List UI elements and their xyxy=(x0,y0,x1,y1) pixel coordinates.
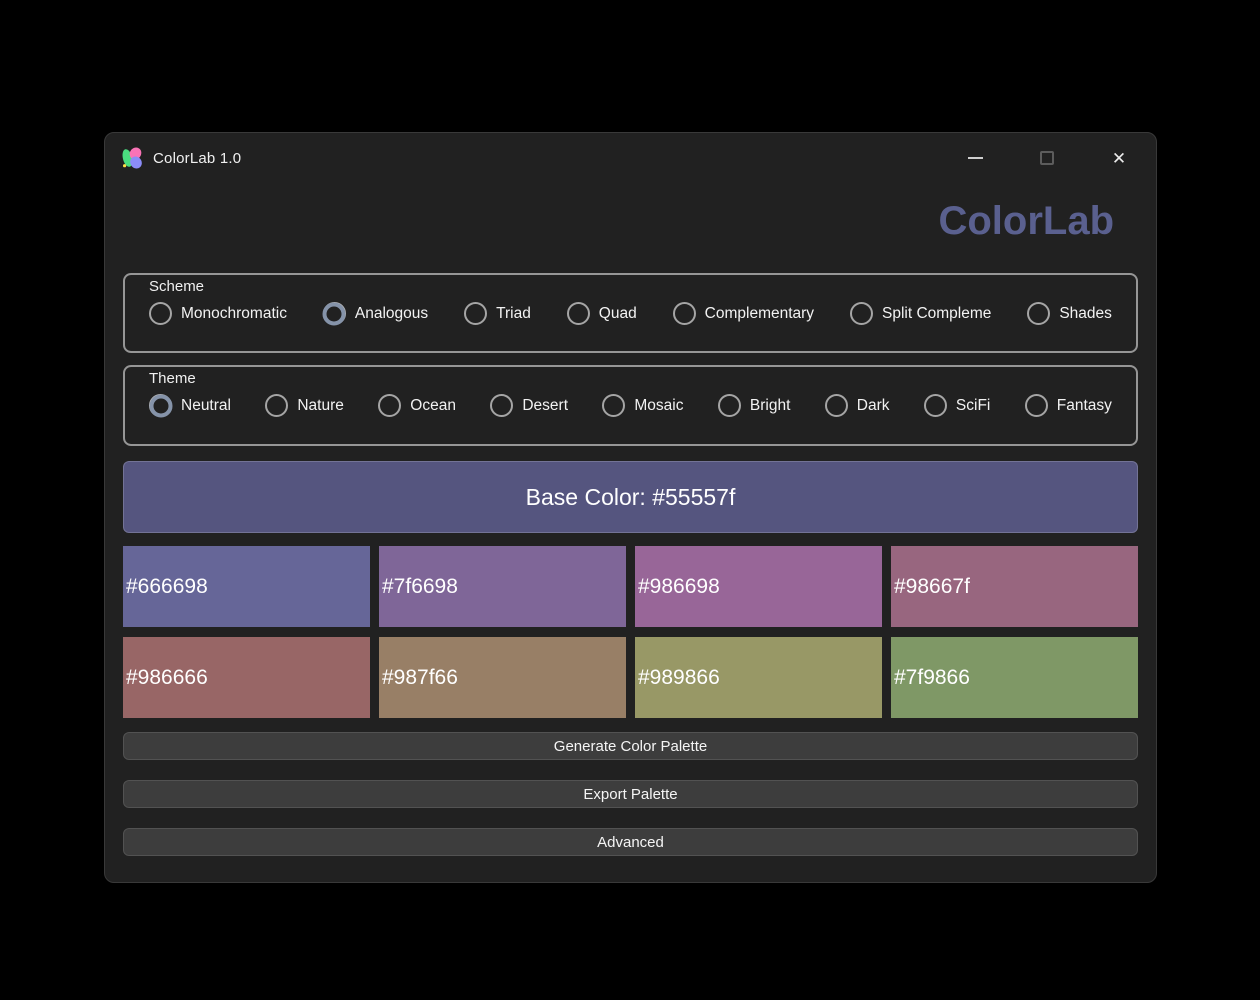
window-title: ColorLab 1.0 xyxy=(153,150,241,167)
desktop-background: ColorLab 1.0 ✕ ColorLab Scheme Monochrom… xyxy=(0,0,1260,1000)
radio-icon xyxy=(149,302,172,325)
radio-theme-desert[interactable]: Desert xyxy=(490,394,568,417)
close-icon: ✕ xyxy=(1112,150,1126,167)
radio-icon xyxy=(673,302,696,325)
swatch-hex-label: #986698 xyxy=(638,575,720,599)
minimize-icon xyxy=(968,157,983,159)
radio-scheme-shades[interactable]: Shades xyxy=(1027,302,1112,325)
radio-theme-scifi[interactable]: SciFi xyxy=(924,394,990,417)
palette-swatch[interactable]: #989866 xyxy=(635,637,882,718)
swatch-hex-label: #7f6698 xyxy=(382,575,458,599)
radio-label: Ocean xyxy=(410,397,456,415)
radio-label: Shades xyxy=(1059,305,1112,323)
radio-label: Split Compleme xyxy=(882,305,991,323)
radio-icon xyxy=(718,394,741,417)
radio-icon xyxy=(567,302,590,325)
radio-scheme-triad[interactable]: Triad xyxy=(464,302,531,325)
radio-label: Desert xyxy=(522,397,568,415)
radio-icon xyxy=(825,394,848,417)
radio-icon xyxy=(464,302,487,325)
swatch-hex-label: #986666 xyxy=(126,666,208,690)
radio-scheme-complementary[interactable]: Complementary xyxy=(673,302,814,325)
radio-theme-neutral[interactable]: Neutral xyxy=(149,394,231,417)
radio-selected-icon xyxy=(323,302,346,325)
palette-swatch[interactable]: #7f9866 xyxy=(891,637,1138,718)
radio-icon xyxy=(265,394,288,417)
radio-theme-dark[interactable]: Dark xyxy=(825,394,890,417)
radio-scheme-split-compleme[interactable]: Split Compleme xyxy=(850,302,991,325)
radio-theme-bright[interactable]: Bright xyxy=(718,394,791,417)
radio-label: Complementary xyxy=(705,305,814,323)
swatch-hex-label: #666698 xyxy=(126,575,208,599)
theme-radio-row: Neutral Nature Ocean Desert Mosaic Bright Dark… xyxy=(149,394,1112,417)
radio-label: Monochromatic xyxy=(181,305,287,323)
radio-label: Dark xyxy=(857,397,890,415)
theme-group-label: Theme xyxy=(143,368,206,387)
radio-icon xyxy=(490,394,513,417)
base-color-button[interactable]: Base Color: #55557f xyxy=(123,461,1138,533)
radio-label: Bright xyxy=(750,397,791,415)
radio-label: Triad xyxy=(496,305,531,323)
swatch-hex-label: #98667f xyxy=(894,575,970,599)
radio-icon xyxy=(850,302,873,325)
radio-icon xyxy=(1027,302,1050,325)
theme-group: Theme Neutral Nature Ocean Desert Mosaic Brig… xyxy=(123,365,1138,446)
radio-icon xyxy=(1025,394,1048,417)
close-button[interactable]: ✕ xyxy=(1096,140,1142,176)
radio-label: Fantasy xyxy=(1057,397,1112,415)
radio-theme-fantasy[interactable]: Fantasy xyxy=(1025,394,1112,417)
maximize-icon xyxy=(1040,151,1054,165)
palette-swatch[interactable]: #98667f xyxy=(891,546,1138,627)
scheme-radio-row: Monochromatic Analogous Triad Quad Complemen… xyxy=(149,302,1112,325)
palette-swatch[interactable]: #7f6698 xyxy=(379,546,626,627)
app-heading: ColorLab xyxy=(105,199,1114,244)
radio-selected-icon xyxy=(149,394,172,417)
radio-label: Quad xyxy=(599,305,637,323)
advanced-button[interactable]: Advanced xyxy=(123,828,1138,856)
swatch-hex-label: #7f9866 xyxy=(894,666,970,690)
radio-scheme-monochromatic[interactable]: Monochromatic xyxy=(149,302,287,325)
palette-grid: #666698 #7f6698 #986698 #98667f #986666 #987f… xyxy=(123,546,1138,718)
palette-swatch[interactable]: #986666 xyxy=(123,637,370,718)
generate-palette-button[interactable]: Generate Color Palette xyxy=(123,732,1138,760)
radio-scheme-analogous[interactable]: Analogous xyxy=(323,302,428,325)
title-bar[interactable]: ColorLab 1.0 ✕ xyxy=(105,133,1156,183)
radio-icon xyxy=(924,394,947,417)
radio-label: Mosaic xyxy=(634,397,683,415)
palette-swatch[interactable]: #987f66 xyxy=(379,637,626,718)
maximize-button[interactable] xyxy=(1024,140,1070,176)
palette-swatch[interactable]: #986698 xyxy=(635,546,882,627)
radio-theme-mosaic[interactable]: Mosaic xyxy=(602,394,683,417)
scheme-group-label: Scheme xyxy=(143,276,214,295)
radio-label: Nature xyxy=(297,397,344,415)
swatch-hex-label: #987f66 xyxy=(382,666,458,690)
radio-theme-nature[interactable]: Nature xyxy=(265,394,344,417)
radio-icon xyxy=(378,394,401,417)
radio-scheme-quad[interactable]: Quad xyxy=(567,302,637,325)
swatch-hex-label: #989866 xyxy=(638,666,720,690)
radio-label: SciFi xyxy=(956,397,990,415)
radio-theme-ocean[interactable]: Ocean xyxy=(378,394,456,417)
app-logo-icon xyxy=(120,146,144,170)
radio-icon xyxy=(602,394,625,417)
app-window: ColorLab 1.0 ✕ ColorLab Scheme Monochrom… xyxy=(104,132,1157,883)
scheme-group: Scheme Monochromatic Analogous Triad Quad Co… xyxy=(123,273,1138,353)
radio-label: Neutral xyxy=(181,397,231,415)
palette-swatch[interactable]: #666698 xyxy=(123,546,370,627)
export-palette-button[interactable]: Export Palette xyxy=(123,780,1138,808)
radio-label: Analogous xyxy=(355,305,428,323)
minimize-button[interactable] xyxy=(952,140,998,176)
window-controls: ✕ xyxy=(952,140,1142,176)
